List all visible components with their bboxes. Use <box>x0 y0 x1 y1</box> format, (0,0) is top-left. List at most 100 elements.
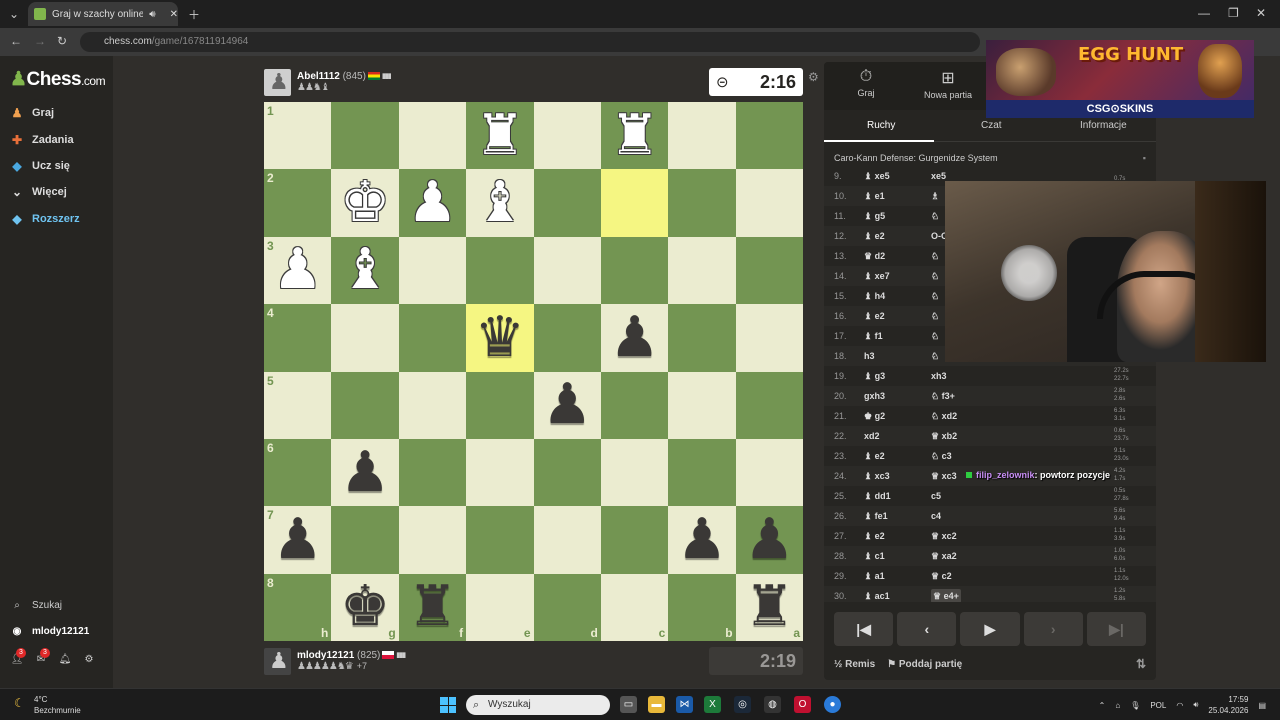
board-square[interactable] <box>398 371 467 439</box>
white-move[interactable]: ♝ dd1 <box>864 491 891 502</box>
board-square[interactable] <box>735 438 803 507</box>
board-square[interactable] <box>600 506 669 574</box>
white-move[interactable]: gxh3 <box>864 391 885 401</box>
board-square[interactable] <box>600 438 669 507</box>
black-move[interactable]: ♘ <box>931 271 939 282</box>
white-move[interactable]: xd2 <box>864 431 880 441</box>
board-square[interactable] <box>668 102 736 170</box>
black-move[interactable]: ♘ <box>931 251 939 262</box>
speaker-icon[interactable]: 🔊︎ <box>149 9 155 20</box>
black-move[interactable]: xe5 <box>931 171 946 181</box>
board-square[interactable]: 4 <box>264 304 332 372</box>
white-piece[interactable]: ♜ <box>601 102 668 169</box>
board-square[interactable]: a ♜ <box>735 573 803 641</box>
board-settings-icon[interactable]: ⚙ <box>808 70 819 84</box>
black-move[interactable]: ♕ xa2 <box>931 551 957 562</box>
vscode-icon[interactable]: ⋈ <box>676 696 693 713</box>
forward-icon[interactable]: → <box>34 34 46 48</box>
white-move[interactable]: ♝ e2 <box>864 531 885 542</box>
white-move[interactable]: ♝ e2 <box>864 231 885 242</box>
bottom-player-name[interactable]: mlody12121 <box>297 650 354 661</box>
ad-banner[interactable]: EGG HUNT CSG⊙SKINS <box>986 40 1254 118</box>
top-player-name[interactable]: Abel1112 <box>297 71 340 82</box>
sidebar-item-more[interactable]: ⌄ Więcej <box>10 185 67 199</box>
sidebar-search[interactable]: ⌕ Szukaj <box>10 600 62 611</box>
sidebar-item-learn[interactable]: ◆ Ucz się <box>10 159 70 173</box>
board-square[interactable]: ♝ <box>466 169 534 237</box>
board-square[interactable] <box>533 304 601 372</box>
flip-board-icon[interactable]: ⇅ <box>1136 657 1146 671</box>
board-square[interactable] <box>668 236 736 305</box>
board-square[interactable] <box>398 304 467 372</box>
board-square[interactable] <box>668 169 736 237</box>
board-square[interactable] <box>466 438 534 507</box>
board-square[interactable] <box>398 102 467 170</box>
volume-icon[interactable]: 🔊︎ <box>1193 700 1198 710</box>
tab-play[interactable]: ⏱︎ Graj <box>826 68 906 98</box>
book-icon[interactable]: ▪ <box>1143 148 1146 168</box>
board-square[interactable]: 7 ♟ <box>264 506 332 574</box>
tab-info[interactable]: Informacje <box>1080 120 1127 131</box>
url-field[interactable]: chess.com/game/167811914964 <box>80 32 980 52</box>
board-square[interactable] <box>331 304 399 372</box>
white-piece[interactable]: ♟ <box>399 169 466 236</box>
top-player-avatar[interactable] <box>264 68 291 96</box>
white-move[interactable]: ♝ e1 <box>864 191 885 202</box>
black-move[interactable]: ♘ f3+ <box>931 391 955 402</box>
back-icon[interactable]: ← <box>10 34 22 48</box>
white-move[interactable]: ♝ f1 <box>864 331 883 342</box>
notifications-icon[interactable]: ▤ <box>1258 701 1266 710</box>
task-view-icon[interactable]: ▭ <box>620 696 637 713</box>
weather-widget[interactable]: ☾ 4°C Bezchmurnie <box>14 694 81 716</box>
white-move[interactable]: ♛ d2 <box>864 251 885 262</box>
board-square[interactable]: 1 <box>264 102 332 170</box>
black-move[interactable]: ♘ <box>931 331 939 342</box>
opera-icon[interactable]: O <box>794 696 811 713</box>
board-square[interactable] <box>533 506 601 574</box>
sidebar-profile[interactable]: ◉ mlody12121 <box>10 626 90 637</box>
white-move[interactable]: h3 <box>864 351 875 361</box>
board-square[interactable] <box>398 506 467 574</box>
board-square[interactable] <box>466 371 534 439</box>
black-piece[interactable]: ♟ <box>534 372 601 439</box>
board-square[interactable]: ♛ <box>466 304 534 372</box>
black-move[interactable]: c4 <box>931 511 941 521</box>
black-move[interactable]: ♘ <box>931 311 939 322</box>
board-square[interactable] <box>398 438 467 507</box>
black-piece[interactable]: ♛ <box>466 304 533 371</box>
steam-icon[interactable]: ◎ <box>734 696 751 713</box>
board-square[interactable]: 6 <box>264 438 332 507</box>
board-square[interactable]: e <box>466 573 534 641</box>
app-icon[interactable]: ◍ <box>764 696 781 713</box>
board-square[interactable] <box>533 169 601 237</box>
tab-chat[interactable]: Czat <box>981 120 1002 131</box>
board-square[interactable]: 8h <box>264 573 332 641</box>
board-square[interactable] <box>600 371 669 439</box>
sidebar-item-play[interactable]: ♟ Graj <box>10 106 54 120</box>
board-square[interactable]: b <box>668 573 736 641</box>
last-move-button[interactable]: ▶| <box>1086 612 1147 646</box>
board-square[interactable]: 2 <box>264 169 332 237</box>
board-square[interactable]: c <box>600 573 669 641</box>
board-square[interactable] <box>331 506 399 574</box>
white-move[interactable]: ♝ a1 <box>864 571 885 582</box>
gear-icon[interactable]: ⚙ <box>82 654 96 665</box>
white-move[interactable]: ♝ xe5 <box>864 171 890 182</box>
board-square[interactable] <box>533 236 601 305</box>
reload-icon[interactable]: ↻ <box>57 34 67 48</box>
board-square[interactable]: ♟ <box>398 169 467 237</box>
windows-start-icon[interactable] <box>440 697 456 713</box>
board-square[interactable]: f ♜ <box>398 573 467 641</box>
board-square[interactable] <box>668 304 736 372</box>
board-square[interactable] <box>398 236 467 305</box>
black-piece[interactable]: ♟ <box>601 304 668 371</box>
white-move[interactable]: ♚ g2 <box>864 411 885 422</box>
board-square[interactable] <box>668 438 736 507</box>
black-move[interactable]: ♘ <box>931 211 939 222</box>
board-square[interactable]: ♜ <box>600 102 669 170</box>
previous-move-button[interactable]: ‹ <box>897 612 957 646</box>
play-button[interactable]: ▶ <box>960 612 1020 646</box>
next-move-button[interactable]: › <box>1023 612 1083 646</box>
black-move[interactable]: ♘ xd2 <box>931 411 957 422</box>
board-square[interactable] <box>533 438 601 507</box>
